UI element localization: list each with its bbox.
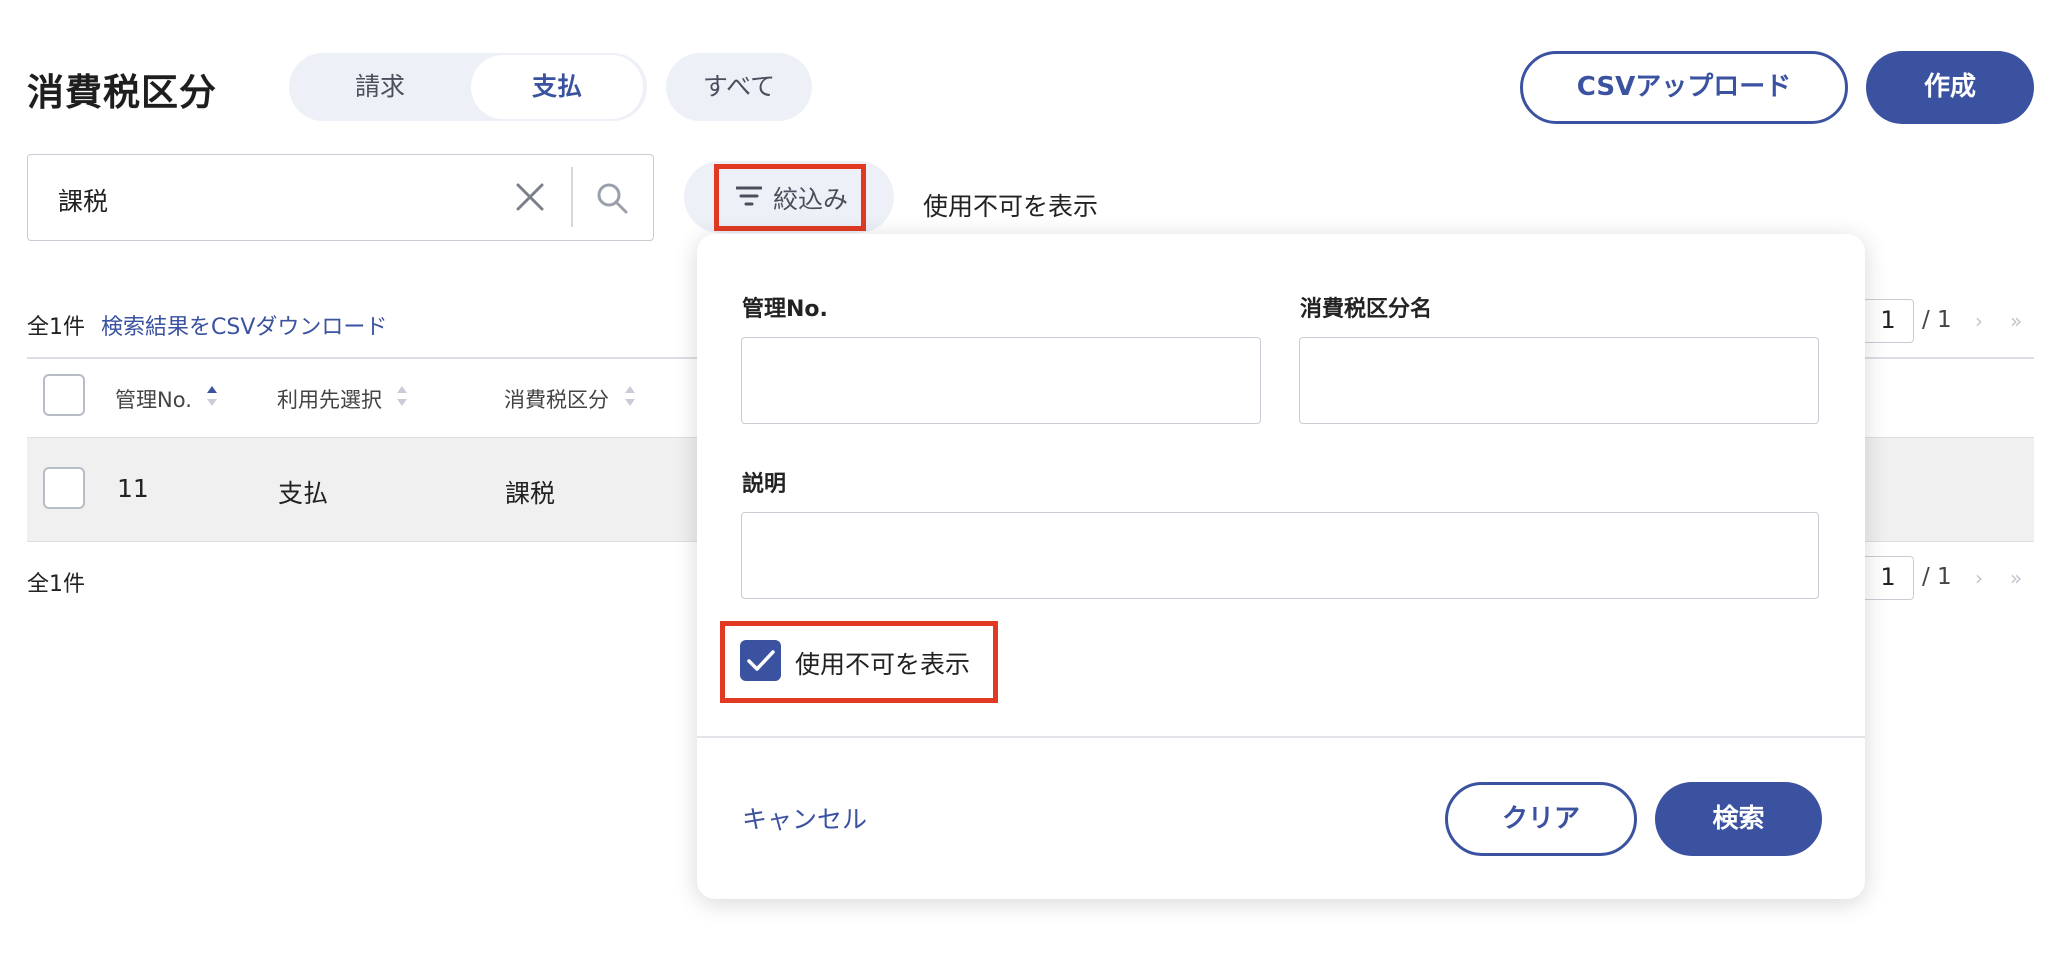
tax-category-name-label: 消費税区分名	[1300, 297, 1433, 322]
cell-management-no: 11	[117, 474, 149, 503]
sort-icon[interactable]	[624, 384, 636, 408]
search-input[interactable]: 課税	[27, 154, 654, 241]
cell-tax-category: 課税	[505, 479, 556, 508]
management-no-label: 管理No.	[742, 297, 828, 322]
management-no-field[interactable]	[741, 337, 1261, 424]
sort-icon[interactable]	[396, 384, 408, 408]
panel-divider	[697, 736, 1865, 738]
tab-payment[interactable]: 支払	[471, 55, 643, 119]
page-number-input[interactable]: 1	[1862, 299, 1914, 343]
select-all-checkbox[interactable]	[43, 374, 85, 416]
tax-category-name-field[interactable]	[1299, 337, 1819, 424]
page-title: 消費税区分	[27, 71, 217, 114]
checkbox-highlight	[720, 621, 998, 703]
result-count: 全1件	[27, 315, 85, 340]
search-icon[interactable]	[595, 181, 629, 215]
page-number-input[interactable]: 1	[1862, 556, 1914, 600]
create-button[interactable]: 作成	[1866, 51, 2034, 124]
description-label: 説明	[742, 472, 787, 497]
next-page-icon[interactable]: ›	[1975, 309, 1983, 333]
cancel-button[interactable]: キャンセル	[742, 800, 867, 836]
last-page-icon[interactable]: »	[2010, 566, 2022, 590]
csv-download-link[interactable]: 検索結果をCSVダウンロード	[101, 309, 387, 341]
last-page-icon[interactable]: »	[2010, 309, 2022, 333]
column-header-tax-category[interactable]: 消費税区分	[504, 384, 609, 414]
search-button[interactable]: 検索	[1655, 782, 1822, 856]
description-field[interactable]	[741, 512, 1819, 599]
column-header-usage[interactable]: 利用先選択	[277, 384, 382, 414]
tab-all[interactable]: すべて	[666, 53, 812, 121]
tab-billing[interactable]: 請求	[289, 53, 471, 121]
clear-icon[interactable]	[514, 181, 546, 213]
sort-asc-icon[interactable]	[206, 384, 218, 408]
search-divider	[571, 167, 573, 227]
usage-segmented-control: 請求 支払	[289, 53, 647, 121]
column-header-management-no[interactable]: 管理No.	[115, 384, 192, 414]
search-input-value: 課税	[58, 187, 109, 216]
clear-button[interactable]: クリア	[1445, 782, 1637, 856]
row-checkbox[interactable]	[43, 467, 85, 509]
page-total: / 1	[1922, 307, 1952, 333]
result-count-bottom: 全1件	[27, 572, 85, 597]
filter-button-highlight	[714, 164, 866, 231]
show-disabled-status: 使用不可を表示	[923, 192, 1099, 221]
page-total: / 1	[1922, 564, 1952, 590]
next-page-icon[interactable]: ›	[1975, 566, 1983, 590]
filter-panel: 管理No. 消費税区分名 説明 使用不可を表示 キャンセル クリア 検索	[697, 234, 1865, 899]
csv-upload-button[interactable]: CSVアップロード	[1520, 51, 1848, 124]
cell-usage: 支払	[278, 479, 329, 508]
